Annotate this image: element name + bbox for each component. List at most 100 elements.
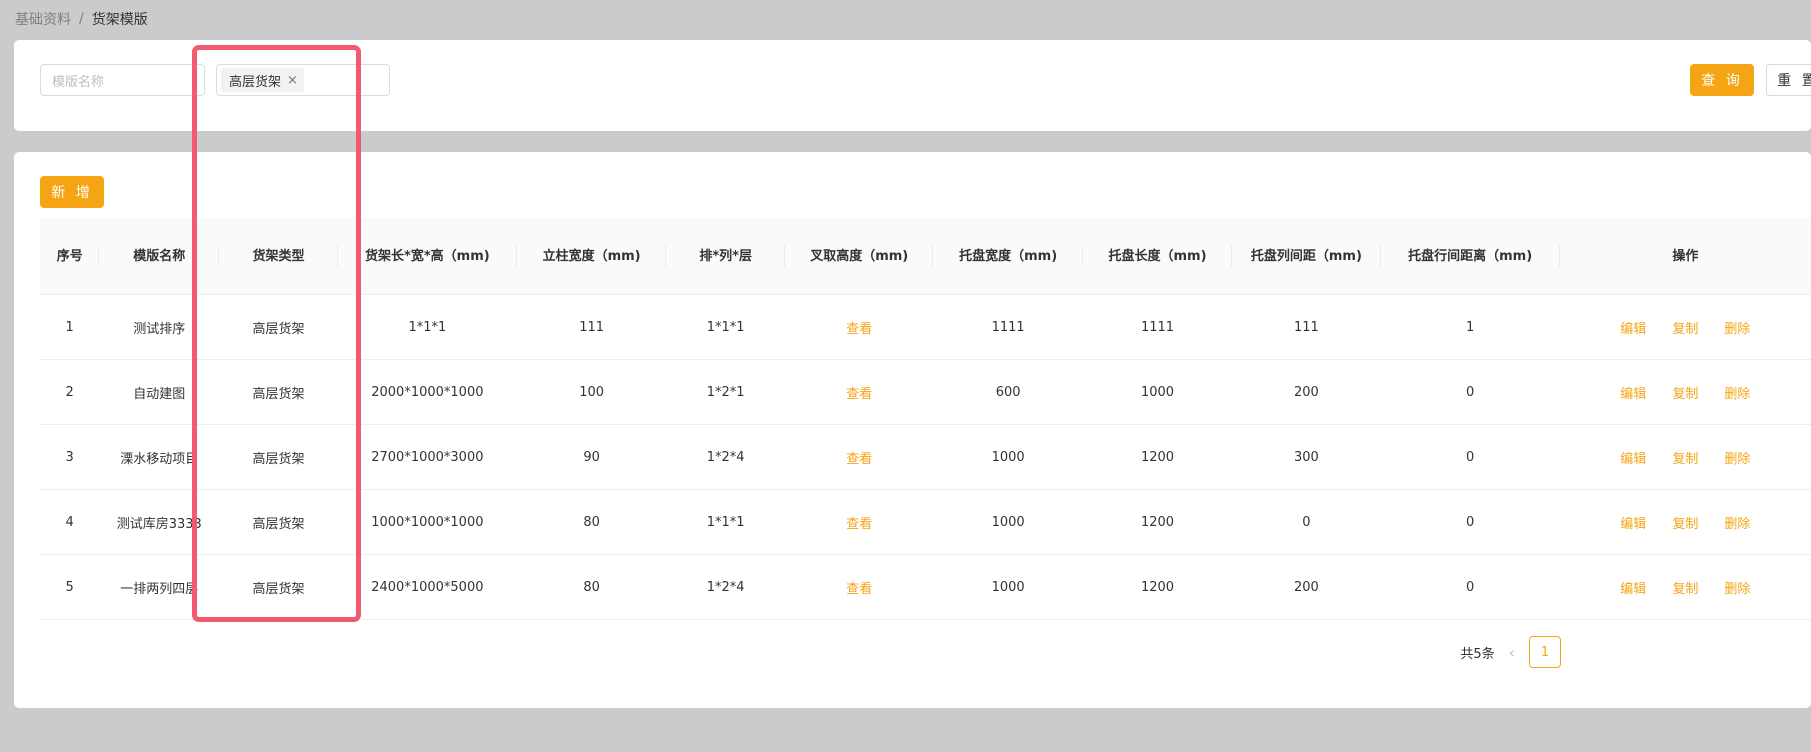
rack-type-select[interactable]: 高层货架 × <box>216 64 390 96</box>
cell-index: 1 <box>65 319 74 335</box>
cell-actions: 编辑 复制 删除 <box>1560 578 1811 597</box>
cell-pallet-width: 1000 <box>991 579 1025 595</box>
edit-button[interactable]: 编辑 <box>1620 383 1646 402</box>
cell-row-spacing: 0 <box>1466 384 1475 400</box>
cell-index: 2 <box>65 384 74 400</box>
cell-row-spacing: 0 <box>1466 579 1475 595</box>
delete-button[interactable]: 删除 <box>1724 318 1750 337</box>
table-row: 4 测试库房3333 高层货架 1000*1000*1000 80 1*1*1 查看 1000… <box>40 490 1811 555</box>
table-row: 1 测试排序 高层货架 1*1*1 111 1*1*1 查看 1111 1111 111 1 编辑 复制… <box>40 295 1811 360</box>
table-row: 2 自动建图 高层货架 2000*1000*1000 100 1*2*1 查看 600 1000… <box>40 360 1811 425</box>
cell-actions: 编辑 复制 删除 <box>1560 383 1811 402</box>
copy-button[interactable]: 复制 <box>1672 448 1698 467</box>
cell-pallet-length: 1200 <box>1140 514 1175 530</box>
column-header-dimensions: 货架长*宽*高（mm) <box>338 245 517 267</box>
close-icon[interactable]: × <box>287 73 298 88</box>
cell-fork-height-link[interactable]: 查看 <box>785 383 933 402</box>
cell-rack-type: 高层货架 <box>252 581 305 597</box>
cell-template-name: 一排两列四层 <box>120 581 199 597</box>
cell-fork-height-link[interactable]: 查看 <box>785 513 933 532</box>
cell-layout: 1*2*1 <box>706 384 745 400</box>
cell-pallet-length: 1111 <box>1140 319 1175 335</box>
cell-row-spacing: 0 <box>1466 449 1475 465</box>
cell-pallet-length: 1200 <box>1140 579 1175 595</box>
breadcrumb-current: 货架模版 <box>91 12 148 28</box>
column-header-index: 序号 <box>40 245 100 267</box>
column-header-pallet-width: 托盘宽度（mm) <box>933 245 1084 267</box>
cell-pallet-width: 600 <box>995 384 1021 400</box>
cell-actions: 编辑 复制 删除 <box>1560 448 1811 467</box>
cell-post-width: 90 <box>583 449 600 465</box>
cell-fork-height-link[interactable]: 查看 <box>785 578 933 597</box>
cell-column-spacing: 200 <box>1294 579 1319 595</box>
cell-dimensions: 2000*1000*1000 <box>371 384 484 400</box>
cell-dimensions: 1000*1000*1000 <box>371 514 484 530</box>
cell-actions: 编辑 复制 删除 <box>1560 318 1811 337</box>
cell-layout: 1*2*4 <box>706 449 745 465</box>
cell-pallet-length: 1000 <box>1140 384 1175 400</box>
cell-layout: 1*1*1 <box>706 514 745 530</box>
edit-button[interactable]: 编辑 <box>1620 318 1646 337</box>
cell-actions: 编辑 复制 删除 <box>1560 513 1811 532</box>
cell-pallet-width: 1000 <box>991 449 1025 465</box>
page-button-current[interactable]: 1 <box>1529 636 1561 668</box>
edit-button[interactable]: 编辑 <box>1620 578 1646 597</box>
cell-index: 4 <box>65 514 74 530</box>
column-header-type: 货架类型 <box>219 245 338 267</box>
cell-post-width: 100 <box>579 384 605 400</box>
template-name-placeholder: 模版名称 <box>52 74 105 90</box>
cell-dimensions: 2700*1000*3000 <box>371 449 484 465</box>
cell-layout: 1*1*1 <box>706 319 745 335</box>
cell-fork-height-link[interactable]: 查看 <box>785 448 933 467</box>
cell-layout: 1*2*4 <box>706 579 745 595</box>
edit-button[interactable]: 编辑 <box>1620 448 1646 467</box>
delete-button[interactable]: 删除 <box>1724 578 1750 597</box>
cell-template-name: 溧水移动项目 <box>120 451 199 467</box>
cell-template-name: 测试排序 <box>133 321 186 337</box>
rack-type-tag: 高层货架 × <box>221 68 304 92</box>
table-row: 3 溧水移动项目 高层货架 2700*1000*3000 90 1*2*4 查看 1000 12… <box>40 425 1811 490</box>
edit-button[interactable]: 编辑 <box>1620 513 1646 532</box>
cell-fork-height-link[interactable]: 查看 <box>785 318 933 337</box>
cell-column-spacing: 300 <box>1294 449 1319 465</box>
cell-post-width: 111 <box>579 319 605 335</box>
rack-type-tag-label: 高层货架 <box>229 74 282 90</box>
rack-template-table: 序号 模版名称 货架类型 货架长*宽*高（mm) 立柱宽度（mm) 排*列*层 … <box>40 218 1811 620</box>
cell-column-spacing: 111 <box>1294 319 1319 335</box>
prev-page-icon[interactable]: ‹ <box>1509 643 1515 662</box>
cell-column-spacing: 0 <box>1302 514 1311 530</box>
cell-rack-type: 高层货架 <box>252 386 305 402</box>
delete-button[interactable]: 删除 <box>1724 513 1750 532</box>
copy-button[interactable]: 复制 <box>1672 513 1698 532</box>
query-button[interactable]: 查 询 <box>1690 64 1754 96</box>
breadcrumb: 基础资料 / 货架模版 <box>15 9 148 29</box>
column-header-pallet-length: 托盘长度（mm) <box>1083 245 1233 267</box>
delete-button[interactable]: 删除 <box>1724 448 1750 467</box>
breadcrumb-root[interactable]: 基础资料 <box>15 9 71 29</box>
delete-button[interactable]: 删除 <box>1724 383 1750 402</box>
column-header-post-width: 立柱宽度（mm) <box>517 245 667 267</box>
search-panel: 模版名称 高层货架 × 查 询 重 置 <box>14 40 1811 131</box>
table-panel: 新 增 序号 模版名称 货架类型 货架长*宽*高（mm) 立柱宽度（mm) 排*… <box>14 152 1811 708</box>
cell-column-spacing: 200 <box>1294 384 1319 400</box>
cell-index: 3 <box>65 449 74 465</box>
copy-button[interactable]: 复制 <box>1672 318 1698 337</box>
copy-button[interactable]: 复制 <box>1672 383 1698 402</box>
cell-post-width: 80 <box>583 579 600 595</box>
column-header-layout: 排*列*层 <box>666 245 785 267</box>
table-body: 1 测试排序 高层货架 1*1*1 111 1*1*1 查看 1111 1111 111 1 编辑 复制… <box>40 295 1811 620</box>
table-row: 5 一排两列四层 高层货架 2400*1000*5000 80 1*2*4 查看 1000 12… <box>40 555 1811 620</box>
cell-index: 5 <box>65 579 74 595</box>
pagination: 共5条 ‹ 1 <box>1460 636 1561 668</box>
template-name-input[interactable]: 模版名称 <box>40 64 205 96</box>
reset-button[interactable]: 重 置 <box>1766 64 1811 96</box>
column-header-name: 模版名称 <box>99 245 219 267</box>
copy-button[interactable]: 复制 <box>1672 578 1698 597</box>
cell-template-name: 自动建图 <box>133 386 186 402</box>
add-button[interactable]: 新 增 <box>40 176 104 208</box>
cell-pallet-length: 1200 <box>1140 449 1175 465</box>
cell-post-width: 80 <box>583 514 600 530</box>
cell-template-name: 测试库房3333 <box>116 516 202 532</box>
column-header-column-spacing: 托盘列间距（mm) <box>1232 245 1382 267</box>
cell-pallet-width: 1000 <box>991 514 1025 530</box>
